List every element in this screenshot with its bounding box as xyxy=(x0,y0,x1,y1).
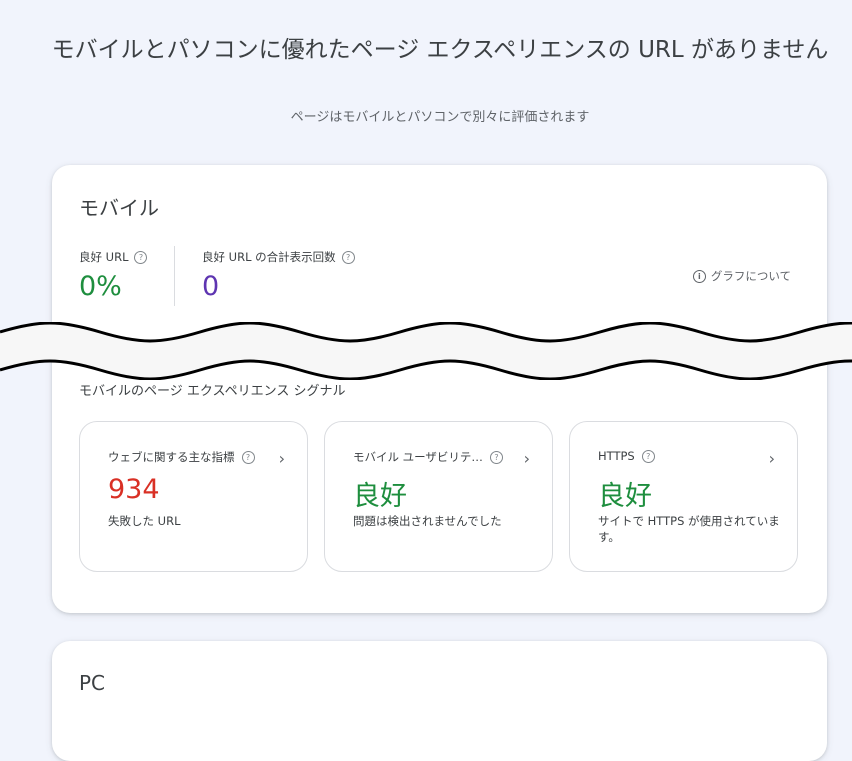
screenshot-cut-wave xyxy=(0,322,852,380)
good-url-impressions-metric: 良好 URL の合計表示回数 ? 0 xyxy=(202,249,355,302)
mobile-card: モバイル 良好 URL ? 0% 良好 URL の合計表示回数 ? 0 i グラ… xyxy=(52,165,827,613)
signal-value: 934 xyxy=(108,474,160,505)
page-title: モバイルとパソコンに優れたページ エクスペリエンスの URL がありません xyxy=(51,37,829,63)
good-url-impressions-label: 良好 URL の合計表示回数 xyxy=(202,250,336,264)
help-icon[interactable]: ? xyxy=(489,450,503,464)
good-url-impressions-value: 0 xyxy=(202,271,220,302)
metric-divider xyxy=(174,246,175,306)
good-url-value: 0% xyxy=(79,271,122,302)
signals-title: モバイルのページ エクスペリエンス シグナル xyxy=(79,384,346,399)
signal-description: サイトで HTTPS が使用されています。 xyxy=(598,514,780,544)
signal-value: 良好 xyxy=(353,481,407,512)
help-icon[interactable]: ? xyxy=(241,450,255,464)
signal-description: 失敗した URL xyxy=(108,514,181,528)
signal-card-https[interactable]: HTTPS ? › 良好 サイトで HTTPS が使用されています。 xyxy=(569,421,798,572)
signal-label: モバイル ユーザビリテ… xyxy=(353,450,483,464)
help-icon[interactable]: ? xyxy=(641,449,655,463)
mobile-card-title: モバイル xyxy=(79,196,159,220)
pc-card-title: PC xyxy=(79,671,106,695)
chevron-right-icon: › xyxy=(768,449,775,468)
signal-label: HTTPS xyxy=(598,449,635,463)
about-graph-link[interactable]: i グラフについて xyxy=(692,268,791,284)
page-subtitle: ページはモバイルとパソコンで別々に評価されます xyxy=(290,110,590,125)
chevron-right-icon: › xyxy=(278,449,285,468)
about-graph-label: グラフについて xyxy=(710,269,791,283)
help-icon[interactable]: ? xyxy=(134,250,148,264)
info-icon: i xyxy=(692,269,706,283)
signal-label: ウェブに関する主な指標 xyxy=(108,450,235,464)
signal-card-mobile-usability[interactable]: モバイル ユーザビリテ… ? › 良好 問題は検出されませんでした xyxy=(324,421,553,572)
good-url-metric: 良好 URL ? 0% xyxy=(79,249,148,302)
signal-description: 問題は検出されませんでした xyxy=(353,514,502,528)
good-url-label: 良好 URL xyxy=(79,250,129,264)
help-icon[interactable]: ? xyxy=(341,250,355,264)
pc-card: PC xyxy=(52,641,827,761)
chevron-right-icon: › xyxy=(523,449,530,468)
signal-value: 良好 xyxy=(598,481,652,512)
signal-card-core-web-vitals[interactable]: ウェブに関する主な指標 ? › 934 失敗した URL xyxy=(79,421,308,572)
